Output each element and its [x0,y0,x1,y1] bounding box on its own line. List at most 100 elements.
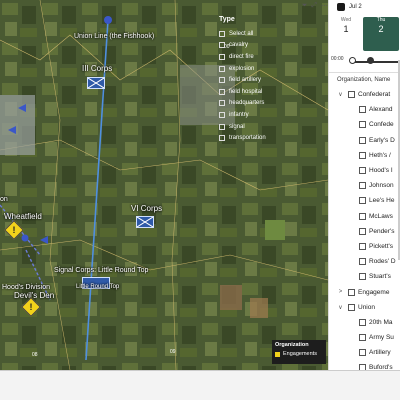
checkbox[interactable] [359,197,366,205]
tree-item[interactable]: Pender's [329,224,400,239]
unit-marker-iii-corps[interactable] [87,77,105,89]
tree-item[interactable]: Early's D [329,133,400,148]
chevron-down-icon[interactable]: ∨ [337,304,344,311]
map-label-little-round-top: Little Round Top [76,284,120,290]
type-legend-item[interactable]: headquarters [219,98,295,110]
chevron-right-icon[interactable]: > [337,289,344,295]
map-label-signal-corps: Signal Corps: Little Round Top [54,267,149,274]
tree-item[interactable]: Pickett's [329,239,400,254]
day-option-thu[interactable]: Thu 2 [363,17,399,51]
tree-item[interactable]: Heth's / [329,148,400,163]
union-line-node[interactable] [104,16,112,24]
tree-label: Early's D [369,136,395,144]
tree-item[interactable]: Lee's He [329,193,400,208]
tree-label: Army Su [369,334,394,342]
slider-handle-end[interactable] [367,57,374,64]
checkbox[interactable] [359,349,366,357]
time-slider[interactable]: 00:00 [329,54,400,70]
type-legend-item[interactable]: explosion [219,63,295,75]
checkbox[interactable] [359,212,366,220]
checkbox[interactable] [359,151,366,159]
type-legend-item[interactable]: transportation [219,132,295,144]
slider-handle-start[interactable] [349,57,356,64]
day-option-wed[interactable]: Wed 1 [333,17,359,51]
organization-slicer-header: Organization, Name [329,72,400,87]
checkbox[interactable] [219,65,225,72]
bottom-bar [0,370,400,400]
organization-legend: Organization Engagements [272,340,326,364]
chevron-down-icon[interactable]: ∨ [337,91,344,98]
type-legend-item[interactable]: Select all [219,28,295,40]
map-label-union-line: Union Line (the Fishhook) [74,33,155,40]
type-legend-item[interactable]: cavalry [219,40,295,52]
map-label-on: on [0,196,8,203]
checkbox[interactable] [219,42,225,49]
checkbox[interactable] [348,288,355,296]
organization-legend-item[interactable]: Engagements [275,351,323,357]
checkbox[interactable] [359,106,366,114]
checkbox[interactable] [359,227,366,235]
unit-node[interactable] [21,234,29,242]
focus-icon[interactable]: ⤢ [311,2,317,10]
checkbox[interactable] [359,136,366,144]
map-view[interactable]: Union Line (the Fishhook) III Corps VI C… [0,0,328,370]
type-legend-item[interactable]: field hospital [219,86,295,98]
tree-item[interactable]: Artillery [329,345,400,360]
checkbox[interactable] [359,167,366,175]
tree-label: Rodes' D [369,258,396,266]
tree-item[interactable]: Stuart's [329,269,400,284]
checkbox[interactable] [219,111,225,118]
tree-group[interactable]: > Engageme [329,284,400,299]
tree-item[interactable]: Army Su [329,330,400,345]
more-icon[interactable]: ⋯ [321,2,328,10]
tree-label: Confede [369,121,394,129]
tree-item[interactable]: Rodes' D [329,254,400,269]
checkbox[interactable] [359,242,366,250]
filter-icon[interactable]: ⏷ [302,2,308,10]
legend-swatch [275,351,280,357]
date-header: Jul 2 [329,0,400,14]
tree-label: Pender's [369,227,395,235]
checkbox[interactable] [219,30,225,37]
checkbox[interactable] [359,334,366,342]
checkbox[interactable] [219,53,225,60]
checkbox[interactable] [359,121,366,129]
tree-item[interactable]: McLaws [329,209,400,224]
tree-item[interactable]: Johnson [329,178,400,193]
organization-legend-title: Organization [275,342,309,348]
checkbox[interactable] [359,318,366,326]
visual-toolbar: ⏷ ⤢ ⋯ [288,0,328,12]
type-legend: Type Select all cavalry direct fire expl… [219,16,295,144]
tree-item[interactable]: Hood's I [329,163,400,178]
checkbox[interactable] [348,303,355,311]
checkbox[interactable] [219,88,225,95]
tree-item[interactable]: 20th Ma [329,315,400,330]
checkbox[interactable] [359,273,366,281]
unit-marker-vi-corps[interactable] [136,216,154,228]
map-label-hoods-division: Hood's Division [2,284,51,291]
checkbox[interactable] [219,135,225,142]
type-legend-item[interactable]: signal [219,121,295,133]
type-legend-item[interactable]: direct fire [219,51,295,63]
tree-item[interactable]: Alexand [329,102,400,117]
tree-group[interactable]: ∨ Confederat [329,87,400,102]
type-legend-item[interactable]: field artillery [219,74,295,86]
tree-item[interactable]: Confede [329,117,400,132]
tree-label: Johnson [369,182,394,190]
checkbox[interactable] [219,100,225,107]
checkbox[interactable] [219,123,225,130]
checkbox[interactable] [348,91,355,99]
slider-track[interactable] [353,61,400,63]
checkbox[interactable] [359,258,366,266]
map-label-devils-den: Devil's Den [14,291,55,300]
checkbox[interactable] [219,77,225,84]
type-legend-item[interactable]: infantry [219,109,295,121]
selected-date: Jul 2 [349,4,362,10]
tree-label: 20th Ma [369,318,393,326]
tree-group[interactable]: ∨ Union [329,300,400,315]
slicer-panel: Jul 2 Wed 1 Thu 2 00:00 Organization, Na… [328,0,400,370]
calendar-icon [337,3,345,11]
checkbox[interactable] [359,182,366,190]
tree-item[interactable]: Buford's [329,360,400,370]
tree-label: Lee's He [369,197,395,205]
